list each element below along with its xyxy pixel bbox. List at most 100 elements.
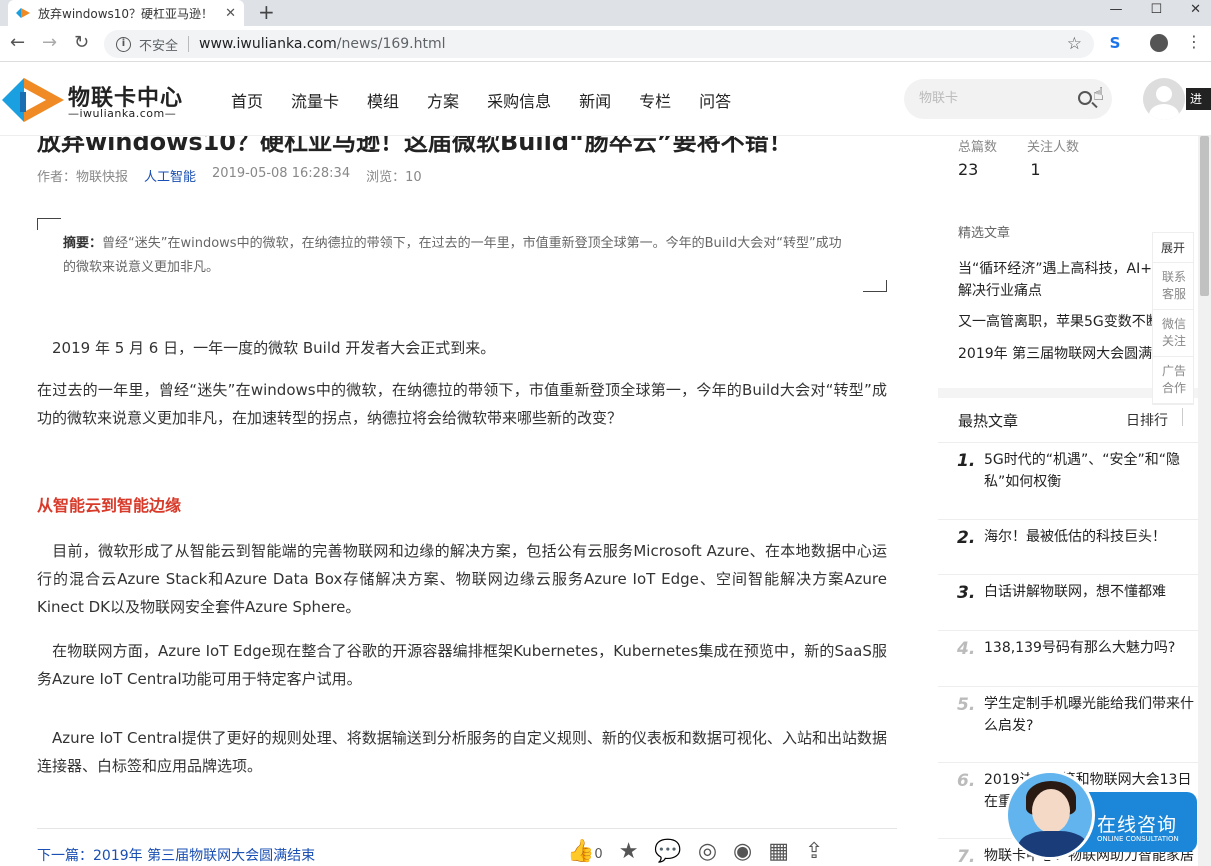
logo-sub: —iwulianka.com— [68, 107, 177, 120]
hot-article-title: 138,139号码有那么大魅力吗? [984, 640, 1176, 656]
article-paragraph: 在物联网方面，Azure IoT Edge现在整合了谷歌的开源容器编排框架Kub… [37, 642, 887, 688]
qrcode-icon[interactable]: ▦ [768, 839, 789, 864]
weibo-share-icon[interactable]: ◉ [733, 839, 752, 864]
article-author: 作者：物联快报 [37, 170, 129, 185]
new-tab-button[interactable]: + [258, 1, 275, 23]
article-title: 放弃windows10？硬杠亚马逊！这届微软Build“肠卒云”要将不错！ [37, 136, 793, 156]
forward-arrow-icon[interactable]: → [42, 32, 57, 54]
article-category-link[interactable]: 人工智能 [144, 166, 196, 185]
minimize-button[interactable]: — [1109, 0, 1122, 20]
hot-article-title: 5G时代的“机遇”、“安全”和“隐私”如何权衡 [984, 452, 1181, 490]
stat-label-articles: 总篇数 [958, 140, 998, 155]
hot-rank: 3. [957, 583, 976, 603]
nav-item-module[interactable]: 模组 [367, 88, 399, 112]
article-footer: 下一篇：2019年 第三届物联网大会圆满结束 👍0 ★ 💬 ◎ ◉ ▦ ⇪ [37, 828, 897, 864]
hot-article-item[interactable]: 1. 5G时代的“机遇”、“安全”和“隐私”如何权衡 [938, 442, 1200, 504]
next-article-link[interactable]: 下一篇：2019年 第三届物联网大会圆满结束 [37, 845, 315, 865]
nav-item-solution[interactable]: 方案 [427, 88, 459, 112]
hot-rank: 5. [957, 695, 976, 715]
article: 放弃windows10？硬杠亚马逊！这届微软Build“肠卒云”要将不错！ 作者… [37, 136, 897, 866]
hot-article-item[interactable]: 5. 学生定制手机曝光能给我们带来什么启发? [938, 686, 1200, 762]
hot-rank: 7. [957, 847, 976, 866]
url-path[interactable]: /news/169.html [337, 36, 446, 52]
article-paragraph: 目前，微软形成了从智能云到智能端的完善物联网和边缘的解决方案，包括公有云服务Mi… [37, 542, 887, 616]
daily-rank-tab[interactable]: 日排行 [1126, 410, 1168, 430]
profile-icon[interactable] [1150, 34, 1168, 52]
nav-item-data-card[interactable]: 流量卡 [291, 88, 339, 112]
wechat-share-icon[interactable]: ◎ [698, 839, 717, 864]
nav-item-news[interactable]: 新闻 [579, 88, 611, 112]
login-tag[interactable]: 进 [1186, 88, 1211, 110]
floating-side-menu: 展开 联系客服 微信关注 广告合作 [1152, 232, 1194, 405]
expand-button[interactable]: 展开 [1153, 233, 1193, 263]
avatar-body [1149, 104, 1179, 120]
hot-article-item[interactable]: 3. 白话讲解物联网，想不懂都难 [938, 574, 1200, 630]
article-paragraph: 2019 年 5 月 6 日，一年一度的微软 Build 开发者大会正式到来。 [37, 339, 496, 357]
reload-icon[interactable]: ↻ [74, 32, 89, 54]
mouse-cursor-icon: ☝ [1093, 84, 1104, 105]
address-bar[interactable]: i 不安全 www.iwulianka.com /news/169.html ☆ [104, 30, 1094, 58]
stat-label-followers: 关注人数 [1027, 140, 1080, 155]
hot-article-item[interactable]: 2. 海尔！最被低估的科技巨头！ [938, 519, 1200, 575]
back-to-top-icon[interactable]: ⇪ [805, 839, 823, 864]
main-nav: 首页 流量卡 模组 方案 采购信息 新闻 专栏 问答 [231, 88, 759, 112]
bookmark-star-icon[interactable]: ☆ [1067, 34, 1082, 54]
thumbs-up-icon: 👍 [567, 839, 595, 864]
info-icon[interactable]: i [116, 36, 131, 52]
quote-corner-top [37, 218, 61, 230]
hot-article-item[interactable]: 4. 138,139号码有那么大魅力吗? [938, 630, 1200, 686]
article-views: 浏览：10 [366, 170, 422, 185]
quote-corner-bottom [863, 280, 887, 292]
article-abstract: 摘要：曾经“迷失”在windows中的微软，在纳德拉的带领下，在过去的一年里，市… [37, 218, 887, 292]
nav-item-qa[interactable]: 问答 [699, 88, 731, 112]
nav-item-column[interactable]: 专栏 [639, 88, 671, 112]
browser-tab-bar: 放弃windows10？硬杠亚马逊！ ✕ + — ☐ ✕ [0, 0, 1211, 26]
tab-divider [1182, 408, 1183, 426]
contact-service-button[interactable]: 联系客服 [1153, 263, 1193, 310]
wechat-follow-button[interactable]: 微信关注 [1153, 310, 1193, 357]
page-scrollbar[interactable] [1198, 62, 1211, 866]
hot-rank: 6. [957, 771, 976, 791]
article-date: 2019-05-08 16:28:34 [212, 166, 351, 181]
browser-tab[interactable]: 放弃windows10？硬杠亚马逊！ ✕ [8, 0, 244, 26]
back-arrow-icon[interactable]: ← [10, 32, 25, 54]
article-paragraph: 在过去的一年里，曾经“迷失”在windows中的微软，在纳德拉的带领下，市值重新… [37, 381, 887, 427]
user-avatar[interactable] [1143, 78, 1185, 120]
browser-menu-icon[interactable]: ⋮ [1186, 32, 1202, 52]
scrollbar-thumb[interactable] [1200, 136, 1209, 296]
nav-item-home[interactable]: 首页 [231, 88, 263, 112]
url-host[interactable]: www.iwulianka.com [199, 36, 337, 52]
search-icon[interactable] [1078, 91, 1092, 105]
hot-rank: 1. [957, 451, 976, 471]
avatar-suit [1018, 831, 1088, 857]
maximize-button[interactable]: ☐ [1150, 0, 1162, 20]
section-heading: 从智能云到智能边缘 [37, 496, 182, 515]
hot-rank: 2. [957, 528, 976, 548]
site-search-input[interactable]: 物联卡 [904, 79, 1112, 119]
nav-item-procurement[interactable]: 采购信息 [487, 88, 551, 112]
hot-article-title: 白话讲解物联网，想不懂都难 [984, 584, 1166, 600]
like-button[interactable]: 👍0 [567, 839, 603, 864]
ad-cooperation-button[interactable]: 广告合作 [1153, 357, 1193, 404]
site-logo[interactable]: 物联卡中心 —iwulianka.com— [2, 78, 197, 122]
favorite-star-icon[interactable]: ★ [619, 839, 639, 864]
abstract-body: 摘要：曾经“迷失”在windows中的微软，在纳德拉的带领下，在过去的一年里，市… [63, 232, 853, 280]
abstract-label: 摘要： [63, 236, 103, 251]
site-header: 物联卡中心 —iwulianka.com— 首页 流量卡 模组 方案 采购信息 … [0, 62, 1211, 136]
tab-title: 放弃windows10？硬杠亚马逊！ [38, 6, 214, 21]
security-label[interactable]: 不安全 [139, 35, 178, 54]
article-actions: 👍0 ★ 💬 ◎ ◉ ▦ ⇪ [567, 839, 823, 864]
hot-article-title: 海尔！最被低估的科技巨头！ [984, 529, 1166, 545]
tab-close-icon[interactable]: ✕ [225, 6, 236, 21]
article-paragraph: Azure IoT Central提供了更好的规则处理、将数据输送到分析服务的自… [37, 729, 887, 775]
window-close-button[interactable]: ✕ [1190, 0, 1201, 20]
hot-article-title: 学生定制手机曝光能给我们带来什么启发? [984, 696, 1194, 734]
online-consultation-widget[interactable]: 在线咨询 ONLINE CONSULTATION [1005, 770, 1197, 860]
stat-value-articles: 23 [958, 160, 979, 179]
extension-icon[interactable]: S [1106, 34, 1124, 52]
consult-sublabel: ONLINE CONSULTATION [1097, 835, 1179, 843]
window-controls: — ☐ ✕ [1109, 0, 1201, 20]
comment-icon[interactable]: 💬 [654, 839, 681, 864]
consult-label: 在线咨询 [1097, 814, 1178, 836]
avatar-head [1156, 86, 1172, 102]
